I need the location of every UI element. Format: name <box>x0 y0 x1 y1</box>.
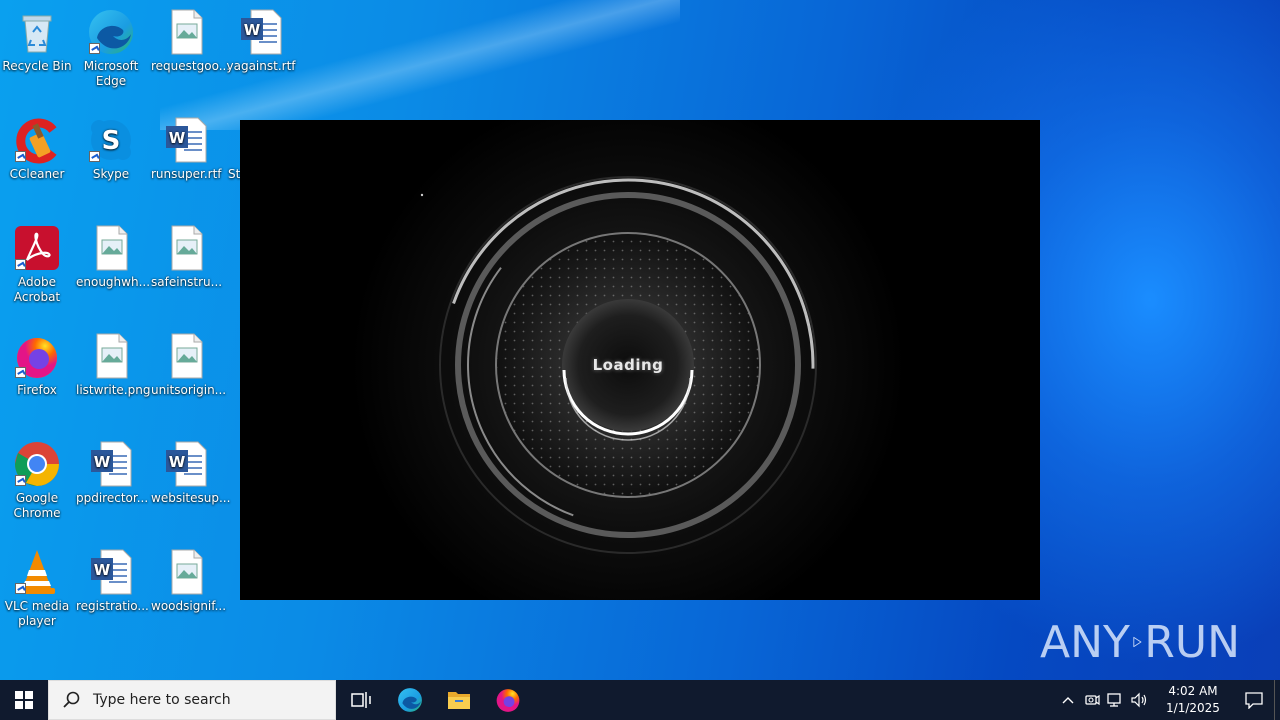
chevron-up-icon <box>1062 697 1074 704</box>
desktop-icon-ppdirector[interactable]: W ppdirector... <box>74 440 148 506</box>
tray-volume-button[interactable] <box>1128 680 1152 720</box>
task-view-button[interactable] <box>336 680 385 720</box>
icon-label: Google Chrome <box>13 491 61 520</box>
anyrun-watermark: ANY RUN <box>1040 610 1240 674</box>
word-document-icon: W <box>87 440 135 488</box>
icon-label: enoughwh... <box>76 275 151 289</box>
icon-label: Recycle Bin <box>2 59 72 73</box>
network-icon <box>1107 693 1121 707</box>
word-document-icon: W <box>87 548 135 596</box>
tray-network-button[interactable] <box>1104 680 1128 720</box>
icon-label: CCleaner <box>9 167 65 181</box>
icon-label: Firefox <box>17 383 57 397</box>
firefox-icon <box>13 332 61 380</box>
taskbar-edge-button[interactable] <box>385 680 434 720</box>
icon-label: registratio... <box>76 599 149 613</box>
desktop-icon-runsuper[interactable]: W runsuper.rtf <box>149 116 223 182</box>
desktop-icon-safeinstru[interactable]: safeinstru... <box>149 224 223 290</box>
svg-text:W: W <box>244 21 261 39</box>
icon-label: yagainst.rtf <box>226 59 296 73</box>
loading-label: Loading <box>592 356 664 374</box>
svg-text:W: W <box>94 453 111 471</box>
edge-icon <box>87 8 135 56</box>
desktop-icon-vlc[interactable]: VLC media player <box>0 548 74 629</box>
desktop-icon-requestgoo[interactable]: requestgoo... <box>149 8 231 74</box>
word-document-icon: W <box>162 116 210 164</box>
windows-logo-icon <box>15 691 33 709</box>
notification-icon <box>1245 692 1263 709</box>
word-document-icon: W <box>162 440 210 488</box>
chrome-icon <box>13 440 61 488</box>
svg-text:W: W <box>94 561 111 579</box>
desktop-icon-skype[interactable]: S Skype <box>74 116 148 182</box>
desktop-icon-unitsorigin[interactable]: unitsorigin... <box>149 332 227 398</box>
icon-label: unitsorigin... <box>151 383 227 397</box>
taskbar: Type here to search 4:02 AM 1/1/2025 <box>0 680 1280 720</box>
show-hidden-icons-button[interactable] <box>1056 680 1080 720</box>
icon-label: VLC media player <box>4 599 70 628</box>
desktop-icon-microsoft-edge[interactable]: Microsoft Edge <box>74 8 148 89</box>
desktop-icon-enoughwh[interactable]: enoughwh... <box>74 224 151 290</box>
taskbar-firefox-button[interactable] <box>483 680 532 720</box>
action-center-button[interactable] <box>1234 680 1274 720</box>
clock-date: 1/1/2025 <box>1166 701 1220 715</box>
recycle-bin-icon <box>13 8 61 56</box>
image-file-icon <box>162 224 210 272</box>
desktop-icon-listwrite[interactable]: listwrite.png <box>74 332 151 398</box>
ccleaner-icon <box>13 116 61 164</box>
clock-time: 4:02 AM <box>1168 684 1218 698</box>
start-button[interactable] <box>0 680 48 720</box>
icon-label: listwrite.png <box>76 383 151 397</box>
icon-label: requestgoo... <box>151 59 231 73</box>
icon-label: safeinstru... <box>151 275 223 289</box>
image-file-icon <box>162 8 210 56</box>
icon-label: woodsignif... <box>151 599 227 613</box>
show-desktop-button[interactable] <box>1274 680 1280 720</box>
svg-text:W: W <box>169 129 186 147</box>
meet-now-icon <box>1085 694 1100 706</box>
loading-splash-window: Loading <box>240 120 1040 600</box>
image-file-icon <box>162 548 210 596</box>
firefox-icon <box>496 689 519 712</box>
icon-label: ppdirector... <box>76 491 149 505</box>
image-file-icon <box>87 224 135 272</box>
vlc-icon <box>13 548 61 596</box>
play-icon <box>1133 636 1142 648</box>
tray-meet-now-button[interactable] <box>1080 680 1104 720</box>
svg-text:W: W <box>169 453 186 471</box>
desktop-icon-registratio[interactable]: W registratio... <box>74 548 149 614</box>
acrobat-icon <box>13 224 61 272</box>
file-explorer-icon <box>447 692 470 709</box>
desktop-icon-adobe-acrobat[interactable]: Adobe Acrobat <box>0 224 74 305</box>
volume-icon <box>1131 692 1147 708</box>
watermark-right-text: RUN <box>1144 616 1240 668</box>
search-icon <box>63 691 80 708</box>
system-tray: 4:02 AM 1/1/2025 <box>1056 680 1280 720</box>
word-document-icon: W <box>237 8 285 56</box>
desktop-icon-yagainst[interactable]: W yagainst.rtf <box>224 8 298 74</box>
taskbar-search-box[interactable]: Type here to search <box>48 680 336 720</box>
icon-label: Skype <box>92 167 130 181</box>
svg-text:S: S <box>102 126 121 156</box>
icon-label: Adobe Acrobat <box>13 275 61 304</box>
watermark-left-text: ANY <box>1040 616 1130 668</box>
taskbar-clock[interactable]: 4:02 AM 1/1/2025 <box>1158 683 1228 717</box>
desktop-icon-ccleaner[interactable]: CCleaner <box>0 116 74 182</box>
edge-icon <box>397 688 422 712</box>
icon-label: websitesup... <box>151 491 231 505</box>
desktop-icon-google-chrome[interactable]: Google Chrome <box>0 440 74 521</box>
skype-icon: S <box>87 116 135 164</box>
desktop-icon-recycle-bin[interactable]: Recycle Bin <box>0 8 74 74</box>
icon-label: Microsoft Edge <box>83 59 139 88</box>
search-placeholder: Type here to search <box>93 692 231 708</box>
taskbar-file-explorer-button[interactable] <box>434 680 483 720</box>
desktop-icon-websitesup[interactable]: W websitesup... <box>149 440 231 506</box>
image-file-icon <box>87 332 135 380</box>
icon-label: runsuper.rtf <box>151 167 222 181</box>
image-file-icon <box>162 332 210 380</box>
desktop-icon-woodsignif[interactable]: woodsignif... <box>149 548 227 614</box>
desktop-icon-firefox[interactable]: Firefox <box>0 332 74 398</box>
task-view-icon <box>350 692 371 708</box>
